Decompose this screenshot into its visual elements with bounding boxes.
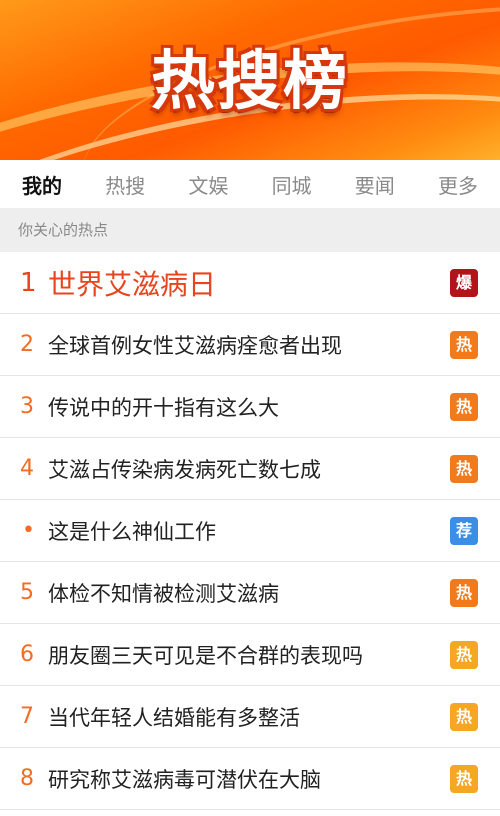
item-title[interactable]: 全球首例女性艾滋病痊愈者出现 bbox=[48, 330, 444, 360]
rank-number: 7 bbox=[20, 704, 34, 729]
explode-badge-icon: 爆 bbox=[450, 268, 478, 297]
hot-search-list: 1 世界艾滋病日 爆 2 全球首例女性艾滋病痊愈者出现 热 3 传说中的开十指有… bbox=[0, 252, 500, 810]
rank-number: 8 bbox=[20, 766, 34, 791]
hot-badge-icon: 热 bbox=[450, 392, 478, 421]
tab-mine[interactable]: 我的 bbox=[22, 170, 62, 199]
list-item[interactable]: 8 研究称艾滋病毒可潜伏在大脑 热 bbox=[0, 748, 500, 810]
list-item[interactable]: 7 当代年轻人结婚能有多整活 热 bbox=[0, 686, 500, 748]
list-item[interactable]: 3 传说中的开十指有这么大 热 bbox=[0, 376, 500, 438]
rank-number: 1 bbox=[20, 267, 37, 298]
bullet-icon: • bbox=[22, 518, 35, 543]
item-title[interactable]: 体检不知情被检测艾滋病 bbox=[48, 578, 444, 608]
tab-hot-search[interactable]: 热搜 bbox=[105, 170, 145, 199]
list-item[interactable]: 1 世界艾滋病日 爆 bbox=[0, 252, 500, 314]
list-item[interactable]: 4 艾滋占传染病发病死亡数七成 热 bbox=[0, 438, 500, 500]
tab-local[interactable]: 同城 bbox=[272, 170, 312, 199]
hot-badge-icon: 热 bbox=[450, 454, 478, 483]
item-title[interactable]: 研究称艾滋病毒可潜伏在大脑 bbox=[48, 764, 444, 794]
item-title[interactable]: 朋友圈三天可见是不合群的表现吗 bbox=[48, 640, 444, 670]
section-header: 你关心的热点 bbox=[0, 208, 500, 252]
banner-title: 热搜榜 bbox=[151, 45, 349, 119]
item-title[interactable]: 艾滋占传染病发病死亡数七成 bbox=[48, 454, 444, 484]
rank-number: 4 bbox=[20, 456, 34, 481]
hot-badge-icon: 热 bbox=[450, 640, 478, 669]
hot-badge-icon: 热 bbox=[450, 764, 478, 793]
hot-badge-icon: 热 bbox=[450, 702, 478, 731]
hot-badge-icon: 热 bbox=[450, 578, 478, 607]
item-title[interactable]: 这是什么神仙工作 bbox=[48, 516, 444, 546]
rank-number: 3 bbox=[20, 394, 34, 419]
item-title[interactable]: 世界艾滋病日 bbox=[48, 263, 444, 303]
rank-number: 2 bbox=[20, 332, 34, 357]
rank-number: 6 bbox=[20, 642, 34, 667]
item-title[interactable]: 当代年轻人结婚能有多整活 bbox=[48, 702, 444, 732]
hot-search-banner: 热搜榜 bbox=[0, 0, 500, 160]
tab-more[interactable]: 更多 bbox=[438, 170, 478, 199]
tab-entertainment[interactable]: 文娱 bbox=[188, 170, 228, 199]
item-title[interactable]: 传说中的开十指有这么大 bbox=[48, 392, 444, 422]
hot-badge-icon: 热 bbox=[450, 330, 478, 359]
tab-news[interactable]: 要闻 bbox=[355, 170, 395, 199]
list-item[interactable]: 5 体检不知情被检测艾滋病 热 bbox=[0, 562, 500, 624]
category-tabs: 我的 热搜 文娱 同城 要闻 更多 bbox=[0, 160, 500, 208]
list-item[interactable]: 2 全球首例女性艾滋病痊愈者出现 热 bbox=[0, 314, 500, 376]
list-item[interactable]: • 这是什么神仙工作 荐 bbox=[0, 500, 500, 562]
rank-number: 5 bbox=[20, 580, 34, 605]
recommend-badge-icon: 荐 bbox=[450, 516, 478, 545]
list-item[interactable]: 6 朋友圈三天可见是不合群的表现吗 热 bbox=[0, 624, 500, 686]
